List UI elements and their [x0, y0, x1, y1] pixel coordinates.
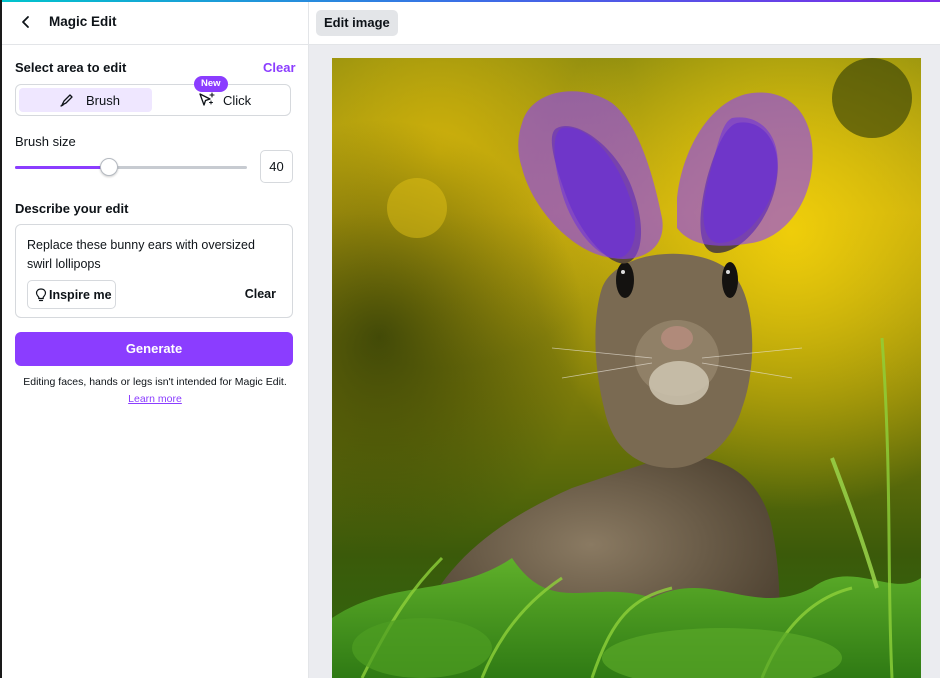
brush-size-input[interactable]: 40	[260, 150, 293, 183]
lightbulb-icon	[35, 288, 47, 302]
select-area-label: Select area to edit	[15, 60, 127, 75]
clear-description-button[interactable]: Clear	[245, 287, 276, 301]
generate-button[interactable]: Generate	[15, 332, 293, 366]
brush-mode-label: Brush	[86, 93, 120, 108]
brush-mode-button[interactable]: Brush	[19, 88, 152, 112]
panel-title: Magic Edit	[49, 14, 117, 29]
editor-toolbar: Edit image	[309, 2, 940, 45]
magic-edit-panel: Magic Edit Select area to edit Clear Bru…	[2, 2, 309, 678]
brush-icon	[60, 94, 73, 107]
edit-image-button[interactable]: Edit image	[316, 10, 398, 36]
rabbit-photo[interactable]	[332, 58, 921, 678]
click-mode-label: Click	[223, 93, 252, 108]
inspire-me-label: Inspire me	[49, 288, 112, 302]
brush-size-label: Brush size	[15, 134, 76, 149]
new-badge: New	[194, 76, 228, 92]
learn-more-row: Learn more	[2, 393, 308, 405]
describe-edit-label: Describe your edit	[15, 201, 129, 216]
usage-notice: Editing faces, hands or legs isn't inten…	[23, 376, 287, 388]
clear-selection-link[interactable]: Clear	[263, 60, 296, 75]
learn-more-link[interactable]: Learn more	[128, 393, 182, 405]
inspire-me-button[interactable]: Inspire me	[27, 280, 116, 309]
describe-edit-textarea[interactable]: Replace these bunny ears with oversized …	[15, 224, 293, 318]
brush-size-slider-thumb[interactable]	[99, 158, 118, 176]
brush-size-slider-fill	[15, 166, 108, 169]
describe-edit-text[interactable]: Replace these bunny ears with oversized …	[27, 236, 277, 274]
panel-header: Magic Edit	[2, 2, 308, 45]
canvas-area: Edit image	[309, 2, 940, 678]
selection-mode-toggle: Brush Click	[15, 84, 291, 116]
sparkle-cursor-icon	[199, 92, 215, 106]
chevron-left-icon[interactable]	[16, 12, 36, 32]
